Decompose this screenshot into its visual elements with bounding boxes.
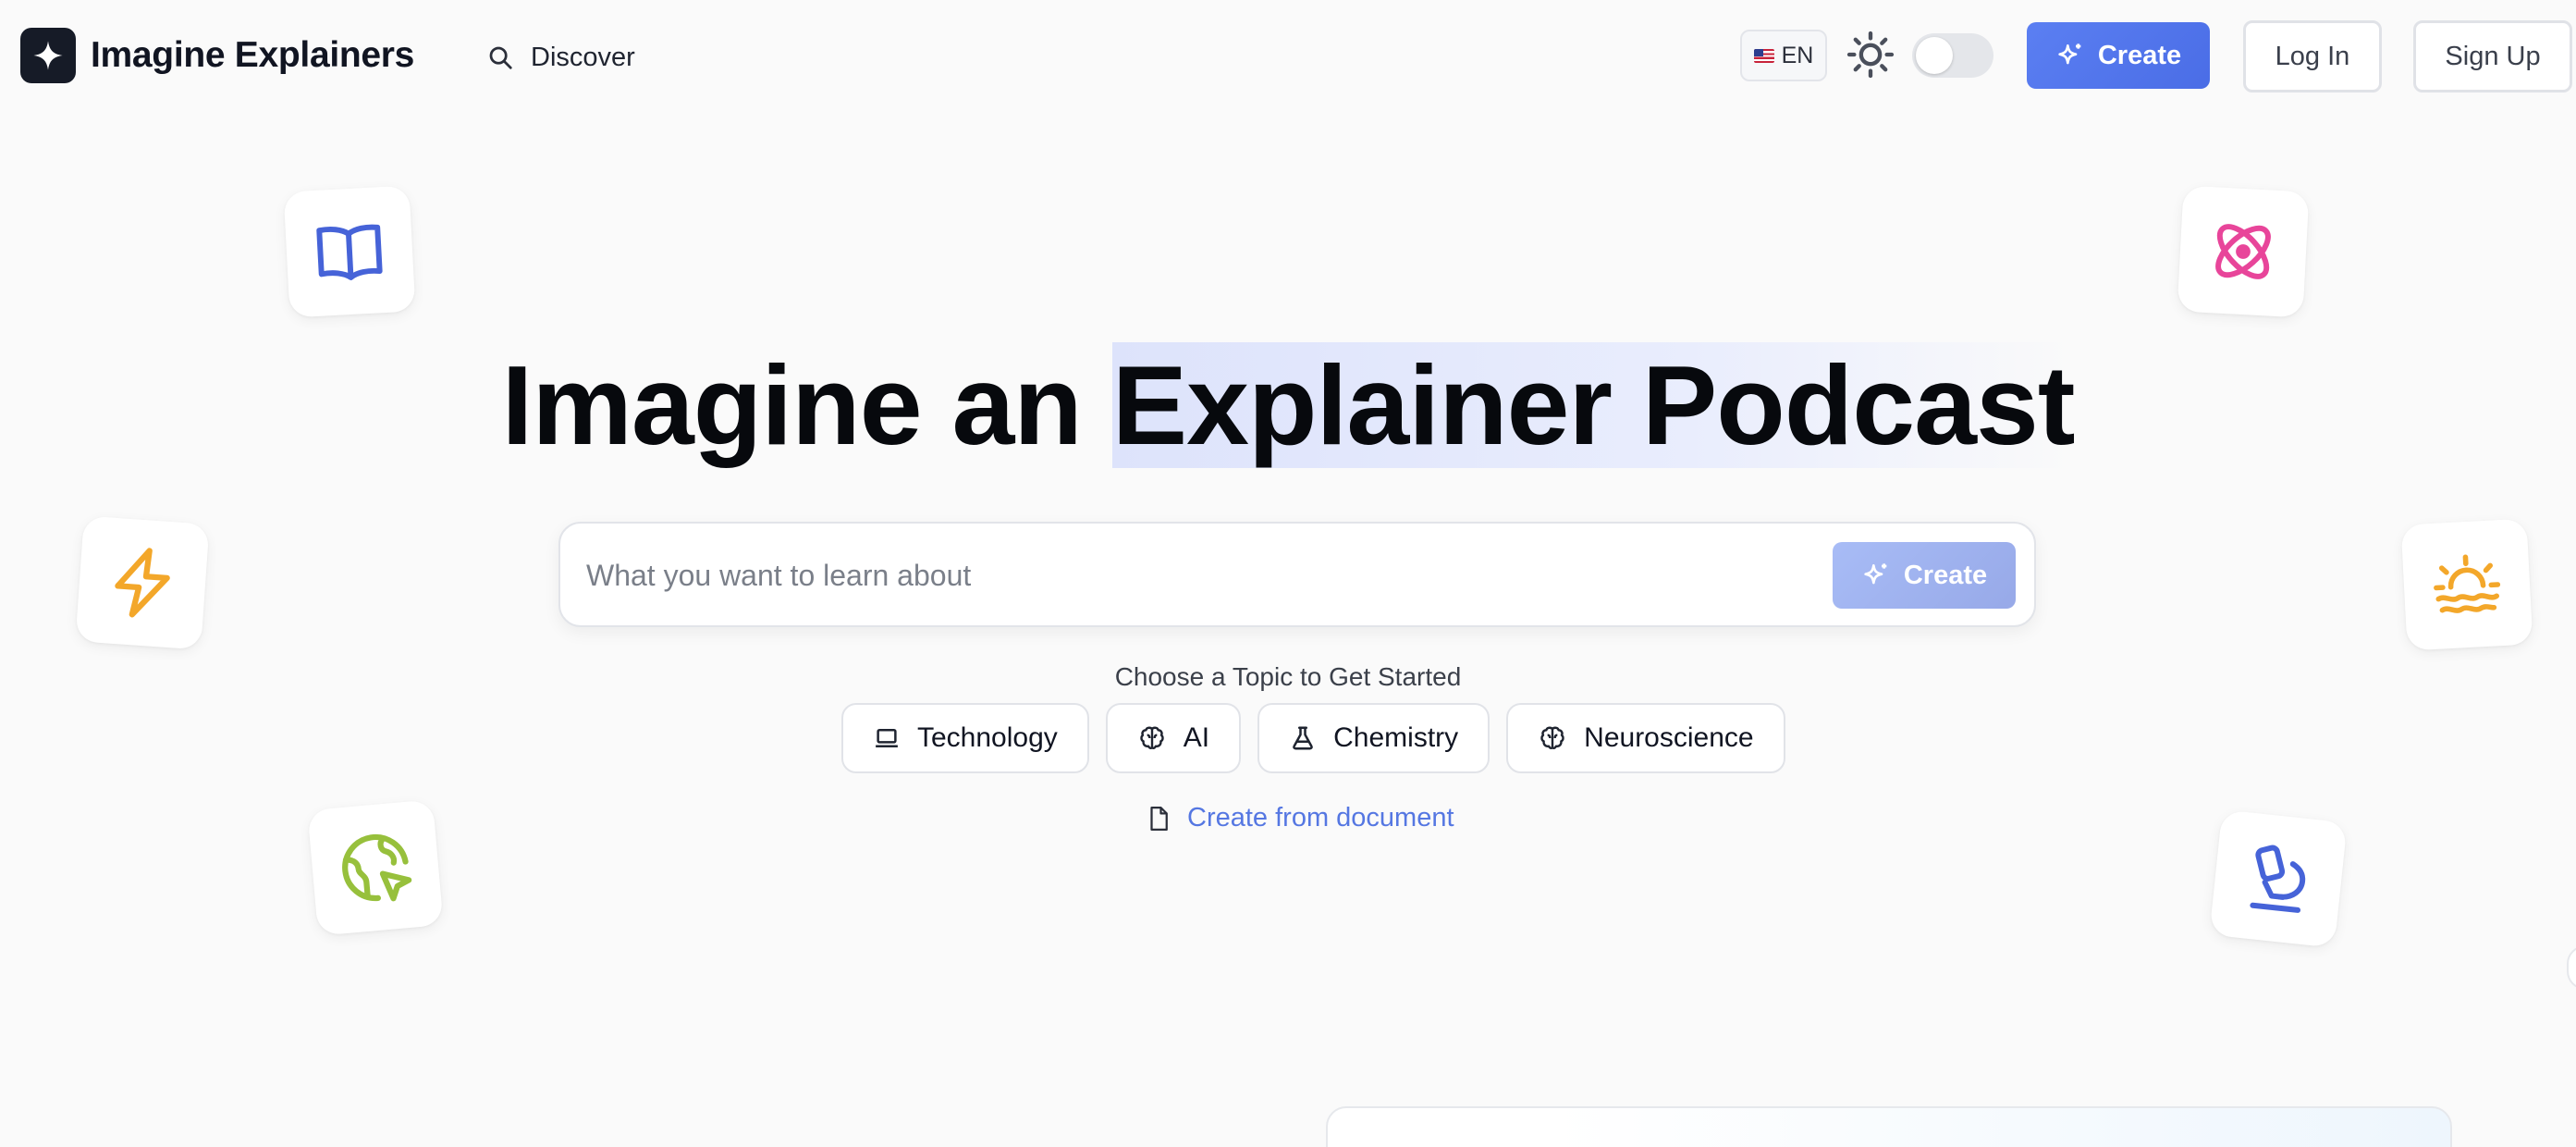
- signup-button[interactable]: Sign Up: [2413, 20, 2572, 92]
- globe-icon: [342, 833, 412, 902]
- book-card: [283, 185, 416, 318]
- hero-title: Imagine an Explainer Podcast: [0, 340, 2576, 470]
- featured-card[interactable]: [1326, 1106, 2452, 1147]
- create-from-document-label: Create from document: [1187, 803, 1454, 832]
- microscope-icon: [2250, 845, 2306, 913]
- topic-chip-label: Chemistry: [1333, 722, 1459, 753]
- globe-card: [307, 799, 444, 936]
- topic-search-input[interactable]: [586, 549, 1788, 601]
- topic-chip-neuroscience[interactable]: Neuroscience: [1506, 703, 1785, 773]
- brain-icon: [1140, 726, 1164, 749]
- us-flag-icon: [1753, 48, 1774, 63]
- atom-icon: [2215, 224, 2271, 279]
- search-icon: [489, 46, 512, 69]
- login-button[interactable]: Log In: [2243, 20, 2382, 92]
- topic-chip-label: Neuroscience: [1584, 722, 1754, 753]
- sunrise-card: [2400, 518, 2533, 651]
- topic-chip-chemistry[interactable]: Chemistry: [1257, 703, 1490, 773]
- topic-chip-ai[interactable]: AI: [1105, 703, 1242, 773]
- laptop-icon: [876, 729, 898, 747]
- hero-title-text: Imagine an: [501, 342, 1112, 468]
- carousel-next-button[interactable]: [2567, 945, 2576, 990]
- logo-icon[interactable]: [20, 28, 76, 83]
- lightning-card: [75, 515, 210, 650]
- atom-card: [2177, 185, 2310, 318]
- book-icon: [316, 224, 383, 280]
- flask-icon: [1293, 726, 1313, 750]
- topic-chips: Technology AI Chemistry Neuroscience: [841, 703, 1785, 773]
- sun-icon: [1846, 31, 1895, 79]
- language-code: EN: [1781, 42, 1814, 68]
- topic-chip-label: Technology: [917, 722, 1058, 753]
- language-selector[interactable]: EN: [1740, 30, 1827, 81]
- document-icon: [1150, 806, 1168, 831]
- topic-chip-technology[interactable]: Technology: [841, 703, 1089, 773]
- discover-label: Discover: [531, 42, 635, 72]
- create-from-document-link[interactable]: Create from document: [1145, 803, 1454, 833]
- sunrise-icon: [2434, 554, 2501, 613]
- sparkles-icon: [1864, 563, 1887, 585]
- brain-icon: [1540, 726, 1564, 749]
- discover-link[interactable]: Discover: [486, 35, 635, 80]
- theme-toggle[interactable]: [1912, 33, 1993, 78]
- search-create-button[interactable]: Create: [1833, 542, 2016, 609]
- topic-search-bar: Create: [558, 522, 2036, 627]
- top-navbar: Imagine Explainers Discover EN Create Lo…: [0, 0, 2576, 113]
- create-button[interactable]: Create: [2027, 22, 2210, 89]
- brand-name[interactable]: Imagine Explainers: [91, 31, 414, 80]
- lightning-icon: [115, 548, 170, 618]
- toggle-knob: [1916, 37, 1953, 74]
- search-create-label: Create: [1903, 560, 1988, 590]
- topic-chip-label: AI: [1183, 722, 1210, 753]
- sparkles-icon: [2058, 43, 2081, 65]
- topics-heading: Choose a Topic to Get Started: [1114, 662, 1462, 691]
- hero-title-highlight: Explainer Podcast: [1111, 342, 2075, 468]
- microscope-card: [2209, 809, 2348, 948]
- create-button-label: Create: [2097, 40, 2182, 70]
